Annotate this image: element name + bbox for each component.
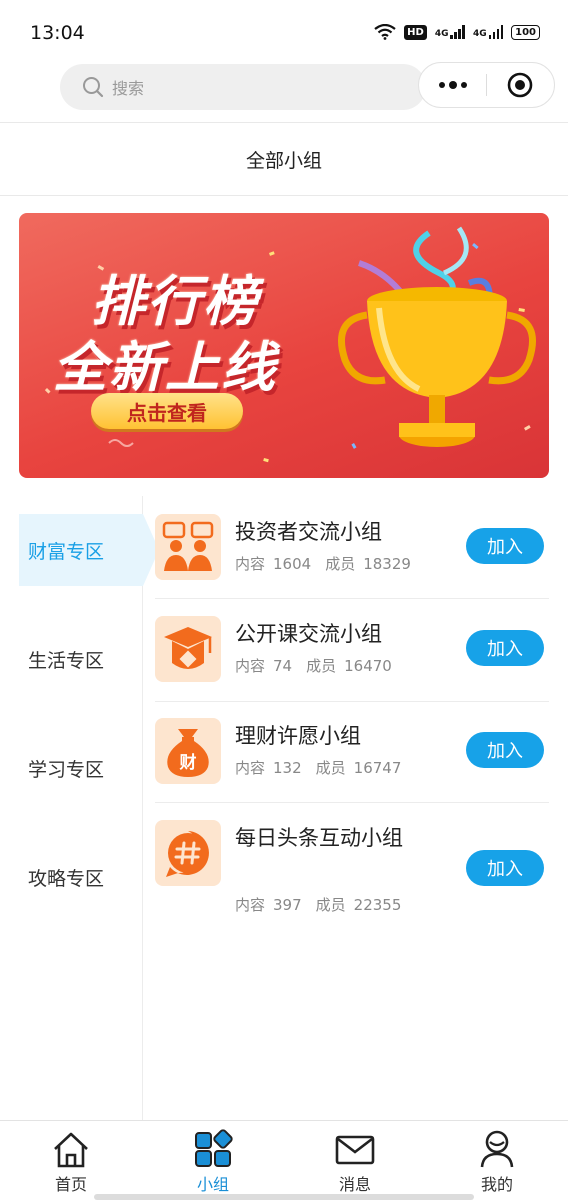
more-button[interactable] bbox=[419, 63, 486, 107]
status-time: 13:04 bbox=[30, 22, 85, 44]
bottom-tab-bar: 首页 小组 消息 我的 bbox=[0, 1120, 568, 1200]
tab-messages-label: 消息 bbox=[338, 1175, 371, 1194]
category-guides[interactable]: 攻略专区 bbox=[19, 841, 143, 913]
search-placeholder: 搜索 bbox=[112, 79, 145, 98]
graduation-cap-icon bbox=[155, 616, 221, 682]
money-bag-label: 财 bbox=[179, 752, 197, 773]
home-indicator bbox=[94, 1194, 474, 1200]
group-stats: 内容 74 成员 16470 bbox=[235, 657, 392, 675]
category-study[interactable]: 学习专区 bbox=[19, 732, 143, 804]
member-count: 22355 bbox=[353, 896, 402, 914]
tab-profile[interactable]: 我的 bbox=[426, 1121, 568, 1200]
group-item[interactable]: 每日头条互动小组 内容 397 成员 22355 加入 bbox=[155, 804, 549, 940]
more-dots-icon bbox=[438, 81, 467, 89]
tab-home-label: 首页 bbox=[54, 1175, 87, 1194]
status-icons: HD 4G 4G 100 bbox=[374, 24, 540, 40]
content-count: 1604 bbox=[273, 555, 312, 573]
content-count: 74 bbox=[273, 657, 293, 675]
signal-2-icon: 4G bbox=[473, 25, 504, 39]
profile-icon bbox=[480, 1130, 514, 1168]
tab-home[interactable]: 首页 bbox=[0, 1121, 142, 1200]
close-miniprogram-button[interactable] bbox=[487, 63, 554, 107]
mini-program-capsule bbox=[418, 62, 555, 108]
group-name: 每日头条互动小组 bbox=[235, 826, 403, 850]
hashtag-icon bbox=[155, 820, 221, 886]
group-item[interactable]: 公开课交流小组 内容 74 成员 16470 加入 bbox=[155, 600, 549, 702]
banner-view-button[interactable]: 点击查看 bbox=[91, 393, 243, 429]
leaderboard-banner[interactable]: 排行榜 全新上线 点击查看 bbox=[19, 213, 549, 478]
hd-badge: HD bbox=[404, 24, 427, 40]
tab-messages[interactable]: 消息 bbox=[284, 1121, 426, 1200]
investor-chat-icon bbox=[155, 514, 221, 580]
page-header: 全部小组 bbox=[0, 122, 568, 196]
money-bag-icon: 财 bbox=[155, 718, 221, 784]
banner-title-line2: 全新上线 bbox=[53, 336, 277, 399]
group-name: 公开课交流小组 bbox=[235, 622, 382, 646]
member-count: 16470 bbox=[344, 657, 392, 675]
join-button[interactable]: 加入 bbox=[466, 630, 544, 666]
signal-1-icon: 4G bbox=[435, 25, 465, 39]
target-icon bbox=[508, 72, 533, 98]
home-icon bbox=[54, 1132, 88, 1168]
search-icon bbox=[83, 77, 104, 98]
trophy-icon bbox=[338, 226, 536, 447]
group-stats: 内容 132 成员 16747 bbox=[235, 759, 402, 777]
join-button[interactable]: 加入 bbox=[466, 732, 544, 768]
group-stats: 内容 397 成员 22355 bbox=[235, 896, 402, 914]
page-title: 全部小组 bbox=[245, 149, 322, 172]
battery-icon: 100 bbox=[511, 24, 540, 40]
group-name: 理财许愿小组 bbox=[235, 724, 361, 748]
member-count: 16747 bbox=[353, 759, 402, 777]
join-button[interactable]: 加入 bbox=[466, 850, 544, 886]
tab-profile-label: 我的 bbox=[480, 1175, 513, 1194]
tab-groups-label: 小组 bbox=[196, 1175, 229, 1194]
group-name: 投资者交流小组 bbox=[235, 520, 382, 544]
wifi-icon bbox=[374, 24, 396, 40]
join-button[interactable]: 加入 bbox=[466, 528, 544, 564]
groups-grid-icon bbox=[195, 1129, 233, 1167]
category-wealth[interactable]: 财富专区 bbox=[19, 514, 159, 586]
tab-groups[interactable]: 小组 bbox=[142, 1121, 284, 1200]
group-item[interactable]: 投资者交流小组 内容 1604 成员 18329 加入 bbox=[155, 498, 549, 599]
member-count: 18329 bbox=[363, 555, 411, 573]
category-life[interactable]: 生活专区 bbox=[19, 623, 143, 695]
category-sidebar: 财富专区 生活专区 学习专区 攻略专区 bbox=[0, 496, 159, 1120]
mail-icon bbox=[335, 1135, 375, 1165]
content-count: 132 bbox=[273, 759, 302, 777]
group-stats: 内容 1604 成员 18329 bbox=[235, 555, 411, 573]
content-count: 397 bbox=[273, 896, 302, 914]
search-input[interactable]: 搜索 bbox=[60, 64, 426, 110]
status-bar: 13:04 HD 4G 4G 100 bbox=[0, 0, 568, 64]
group-item[interactable]: 财 理财许愿小组 内容 132 成员 16747 加入 bbox=[155, 702, 549, 803]
